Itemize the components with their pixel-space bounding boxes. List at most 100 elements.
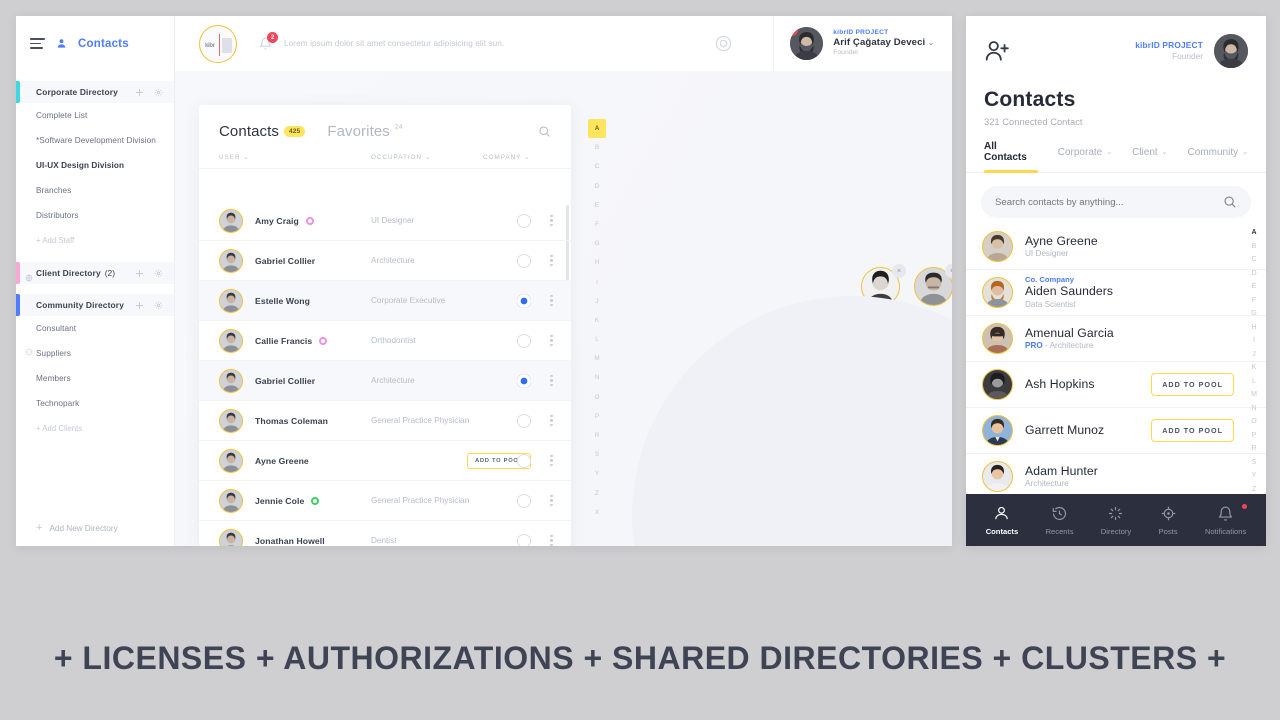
sidebar-item-branches[interactable]: Branches — [16, 178, 174, 203]
add-to-pool-button[interactable]: ADD TO POOL — [1151, 419, 1234, 442]
alphabet-letter-E[interactable]: E — [588, 196, 606, 215]
nav-item-posts[interactable]: Posts — [1159, 505, 1178, 536]
alphabet-letter-P[interactable]: P — [588, 407, 606, 426]
row-menu-icon[interactable] — [550, 254, 553, 267]
sidebar-item-distributors[interactable]: Distributors — [16, 203, 174, 228]
list-item[interactable]: Ayne Greene UI Designer — [966, 224, 1266, 270]
table-row[interactable]: Callie Francis Orthodontist — [199, 321, 571, 361]
alphabet-letter-M[interactable]: M — [1251, 388, 1257, 402]
mobile-tabs[interactable]: All Contacts Corporate ⌄ Client ⌄ Community ⌄ — [966, 141, 1266, 173]
tab-corporate[interactable]: Corporate ⌄ — [1058, 141, 1112, 172]
alphabet-letter-G[interactable]: G — [588, 234, 606, 253]
alphabet-letter-R[interactable]: R — [1251, 442, 1256, 456]
mobile-alphabet-index[interactable]: ABCDEFGHIJKLMNOPRSYZX — [1248, 226, 1260, 510]
alphabet-letter-A[interactable]: A — [1251, 226, 1256, 240]
alphabet-letter-P[interactable]: P — [1252, 429, 1257, 443]
row-menu-icon[interactable] — [550, 454, 553, 467]
alphabet-letter-B[interactable]: B — [588, 138, 606, 157]
tab-favorites[interactable]: Favorites 24 — [327, 123, 403, 140]
alphabet-letter-H[interactable]: H — [1251, 321, 1256, 335]
alphabet-letter-G[interactable]: G — [1251, 307, 1256, 321]
sidebar-item-consultant[interactable]: Consultant — [16, 316, 174, 341]
sidebar-group-header[interactable]: Community Directory — [16, 294, 174, 316]
column-header-company[interactable]: COMPANY ⌄ — [483, 154, 530, 161]
row-select-radio[interactable] — [517, 533, 531, 546]
sidebar-item-ui-ux-design-division[interactable]: UI-UX Design Division — [16, 153, 174, 178]
plus-icon[interactable] — [135, 88, 144, 97]
sidebar-group-header[interactable]: Corporate Directory — [16, 81, 174, 103]
alphabet-letter-A[interactable]: A — [588, 119, 606, 139]
table-row[interactable]: Jennie Cole General Practice Physician — [199, 481, 571, 521]
remove-selected-icon[interactable]: × — [892, 264, 906, 278]
alphabet-letter-S[interactable]: S — [1252, 456, 1257, 470]
sidebar-item-suppliers[interactable]: Suppliers — [16, 341, 174, 366]
tab-all-contacts[interactable]: All Contacts — [984, 141, 1038, 173]
alphabet-letter-D[interactable]: D — [1251, 267, 1256, 281]
row-select-radio[interactable] — [517, 333, 531, 348]
alphabet-letter-N[interactable]: N — [588, 368, 606, 387]
row-menu-icon[interactable] — [550, 534, 553, 546]
row-select-radio[interactable] — [517, 373, 531, 388]
alphabet-letter-F[interactable]: F — [1252, 294, 1256, 308]
chevron-down-icon[interactable]: ⌄ — [1242, 148, 1248, 156]
alphabet-letter-L[interactable]: L — [1252, 375, 1256, 389]
table-row[interactable]: Amy Craig UI Designer — [199, 201, 571, 241]
search-contacts-field[interactable] — [981, 186, 1251, 218]
sidebar-item-software-development-division[interactable]: *Software Development Division — [16, 128, 174, 153]
alphabet-letter-X[interactable]: X — [588, 503, 606, 522]
nav-item-directory[interactable]: Directory — [1101, 505, 1131, 536]
alphabet-letter-N[interactable]: N — [1251, 402, 1256, 416]
mobile-profile[interactable]: kibrID PROJECT Founder — [1135, 34, 1248, 68]
alphabet-letter-O[interactable]: O — [588, 388, 606, 407]
row-select-radio[interactable] — [517, 493, 531, 508]
add-favorite-button[interactable]: Add Favorite — [797, 375, 846, 424]
tab-community[interactable]: Community ⌄ — [1188, 141, 1248, 172]
sidebar-add-link[interactable]: + Add Clients — [16, 416, 174, 440]
chevron-down-icon[interactable]: ⌄ — [928, 40, 934, 47]
nav-item-recents[interactable]: Recents — [1046, 505, 1073, 536]
row-menu-icon[interactable] — [550, 294, 553, 307]
row-select-radio[interactable] — [517, 213, 531, 228]
alphabet-index-rail[interactable]: ABCDEFGHIJKLMNOPRSYZX — [588, 119, 606, 522]
gear-icon[interactable] — [154, 88, 163, 97]
alphabet-letter-C[interactable]: C — [588, 157, 606, 176]
row-select-radio[interactable] — [517, 293, 531, 308]
alphabet-letter-I[interactable]: I — [1253, 334, 1255, 348]
alphabet-letter-J[interactable]: J — [1252, 348, 1256, 362]
alphabet-letter-Y[interactable]: Y — [1252, 469, 1257, 483]
row-select-radio[interactable] — [517, 253, 531, 268]
row-select-radio[interactable] — [517, 453, 531, 468]
add-to-pool-button[interactable]: ADD TO POOL — [1151, 373, 1234, 396]
alphabet-letter-R[interactable]: R — [588, 426, 606, 445]
menu-icon[interactable] — [30, 38, 45, 49]
alphabet-letter-M[interactable]: M — [588, 349, 606, 368]
list-item[interactable]: Amenual Garcia PRO - Architecture — [966, 316, 1266, 362]
search-icon[interactable] — [1223, 195, 1237, 209]
search-input[interactable] — [995, 196, 1223, 208]
list-item[interactable]: Ash Hopkins ADD TO POOL — [966, 362, 1266, 408]
alphabet-letter-H[interactable]: H — [588, 253, 606, 272]
search-icon[interactable] — [538, 125, 551, 138]
contacts-row-list[interactable]: Amy Craig UI Designer Gabriel Collier Archi… — [199, 201, 571, 546]
alphabet-letter-F[interactable]: F — [588, 215, 606, 234]
list-item[interactable]: Adam Hunter Architecture — [966, 454, 1266, 494]
column-header-user[interactable]: USER ⌄ — [219, 154, 371, 161]
gear-icon[interactable] — [154, 269, 163, 278]
plus-icon[interactable] — [135, 269, 144, 278]
tab-client[interactable]: Client ⌄ — [1132, 141, 1167, 172]
alphabet-letter-K[interactable]: K — [1252, 361, 1257, 375]
alphabet-letter-K[interactable]: K — [588, 311, 606, 330]
row-menu-icon[interactable] — [550, 334, 553, 347]
row-menu-icon[interactable] — [550, 414, 553, 427]
nav-item-notifications[interactable]: Notifications — [1205, 503, 1248, 536]
alphabet-letter-I[interactable]: I — [588, 273, 606, 292]
alphabet-letter-J[interactable]: J — [588, 292, 606, 311]
row-menu-icon[interactable] — [550, 494, 553, 507]
list-item[interactable]: Co. Company Aiden Saunders Data Scientist — [966, 270, 1266, 316]
add-new-directory-button[interactable]: + Add New Directory — [16, 510, 174, 546]
table-row[interactable]: Gabriel Collier Architecture — [199, 361, 571, 401]
column-header-occupation[interactable]: OCCUPATION ⌄ — [371, 154, 483, 161]
alphabet-letter-C[interactable]: C — [1251, 253, 1256, 267]
add-tags-button[interactable]: Add Tags — [854, 375, 903, 424]
mobile-contact-list[interactable]: Ayne Greene UI Designer Co. Company Aiden S… — [966, 224, 1266, 494]
